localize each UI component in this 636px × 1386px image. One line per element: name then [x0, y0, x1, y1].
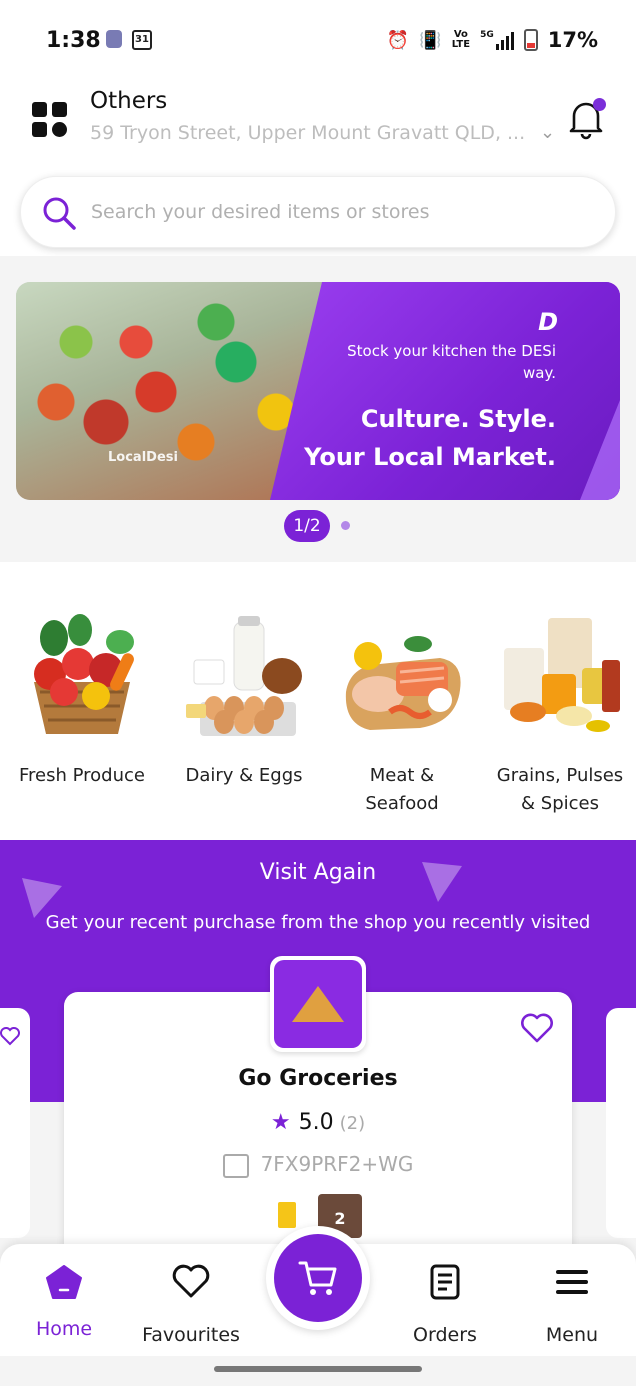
- cart-icon: [274, 1234, 362, 1322]
- store-logo: [270, 956, 366, 1052]
- home-icon: [4, 1262, 124, 1302]
- nav-favourites[interactable]: Favourites: [131, 1262, 251, 1346]
- status-icons-right: ⏰ 📳 Vo LTE 5G 17%: [387, 28, 598, 52]
- categories-row: Fresh Produce Dairy & Eggs Meat & Seafoo…: [0, 562, 636, 840]
- banner-pager: 1/2: [284, 510, 330, 542]
- teams-icon: [106, 30, 122, 48]
- grid-icon[interactable]: [32, 102, 68, 138]
- visit-again-subtitle: Get your recent purchase from the shop y…: [45, 912, 591, 933]
- status-bar: 1:38 31 ⏰ 📳 Vo LTE 5G 17%: [0, 0, 636, 80]
- heart-icon[interactable]: [520, 1012, 554, 1044]
- category-fresh-produce[interactable]: Fresh Produce: [12, 612, 152, 790]
- heart-icon: [131, 1262, 251, 1302]
- status-time: 1:38: [46, 28, 101, 53]
- plus-code-text: 7FX9PRF2+WG: [260, 1152, 414, 1176]
- gesture-bar[interactable]: [214, 1366, 422, 1372]
- nav-home-label: Home: [35, 1318, 93, 1340]
- volte-icon: Vo LTE: [451, 29, 471, 50]
- search-icon: [43, 197, 76, 230]
- meat-seafood-image: [340, 612, 464, 748]
- banner-title: Culture. Style. Your Local Market.: [256, 400, 556, 476]
- visit-again-title: Visit Again: [259, 860, 377, 885]
- battery-icon: [523, 29, 538, 51]
- location-title[interactable]: Others: [90, 88, 167, 114]
- category-grains-pulses-spices[interactable]: Grains, Pulses & Spices: [490, 612, 630, 818]
- nav-favourites-label: Favourites: [142, 1324, 240, 1346]
- store-icon: [222, 1153, 249, 1178]
- chevron-down-icon[interactable]: ⌄: [540, 122, 555, 143]
- location-address[interactable]: 59 Tryon Street, Upper Mount Gravatt QLD…: [90, 122, 540, 144]
- nav-orders[interactable]: Orders: [385, 1262, 505, 1346]
- star-icon: ★: [270, 1110, 291, 1135]
- header: Others 59 Tryon Street, Upper Mount Grav…: [0, 80, 636, 256]
- banner-watermark: LocalDesi: [108, 450, 178, 465]
- category-label: Dairy & Eggs: [185, 765, 303, 786]
- bell-icon[interactable]: [566, 98, 606, 140]
- search-bar[interactable]: Search your desired items or stores: [20, 176, 616, 248]
- brand-logo: D: [538, 308, 558, 336]
- heart-icon[interactable]: [0, 1026, 20, 1046]
- signal-5g-label: 5G: [480, 30, 494, 40]
- vibrate-icon: 📳: [419, 29, 442, 51]
- banner-subtitle: Stock your kitchen the DESi way.: [347, 342, 556, 382]
- cart-button[interactable]: [266, 1226, 370, 1330]
- product-thumbnail: [278, 1202, 296, 1228]
- store-card-next[interactable]: [606, 1008, 636, 1238]
- signal-icon: 5G: [480, 30, 514, 50]
- banner-title-line2: Your Local Market.: [304, 443, 556, 471]
- category-dairy-eggs[interactable]: Dairy & Eggs: [174, 612, 314, 790]
- notification-dot: [593, 98, 606, 111]
- banner-title-line1: Culture. Style.: [360, 405, 556, 433]
- calendar-icon: 31: [132, 30, 152, 50]
- store-rating: ★ 5.0 (2): [64, 1110, 572, 1135]
- status-icons-left: 31: [106, 30, 152, 50]
- nav-menu[interactable]: Menu: [512, 1262, 632, 1346]
- store-card-prev[interactable]: [0, 1008, 30, 1238]
- samosa-image: [292, 986, 344, 1022]
- category-label: Fresh Produce: [19, 765, 145, 786]
- rating-count: (2): [339, 1113, 366, 1134]
- nav-menu-label: Menu: [545, 1324, 599, 1346]
- orders-icon: [385, 1262, 505, 1302]
- grains-pulses-spices-image: [498, 612, 622, 748]
- category-label: Grains, Pulses & Spices: [496, 765, 624, 814]
- nav-orders-label: Orders: [413, 1324, 477, 1346]
- promo-banner[interactable]: LocalDesi D Stock your kitchen the DESi …: [16, 282, 620, 500]
- category-meat-seafood[interactable]: Meat & Seafood: [332, 612, 472, 818]
- search-input[interactable]: Search your desired items or stores: [91, 201, 429, 223]
- fresh-produce-image: [20, 612, 144, 748]
- store-logo-image: [274, 960, 362, 1048]
- rating-value: 5.0: [298, 1110, 334, 1135]
- banner-zone: LocalDesi D Stock your kitchen the DESi …: [0, 256, 636, 562]
- dairy-eggs-image: [182, 612, 306, 748]
- store-plus-code: 7FX9PRF2+WG: [64, 1152, 572, 1178]
- banner-pager-dot[interactable]: [341, 521, 350, 530]
- battery-percent: 17%: [547, 28, 598, 52]
- store-name[interactable]: Go Groceries: [64, 1066, 572, 1091]
- nav-home[interactable]: Home: [4, 1262, 124, 1340]
- menu-icon: [512, 1262, 632, 1302]
- category-label: Meat & Seafood: [365, 765, 439, 814]
- alarm-icon: ⏰: [386, 29, 410, 51]
